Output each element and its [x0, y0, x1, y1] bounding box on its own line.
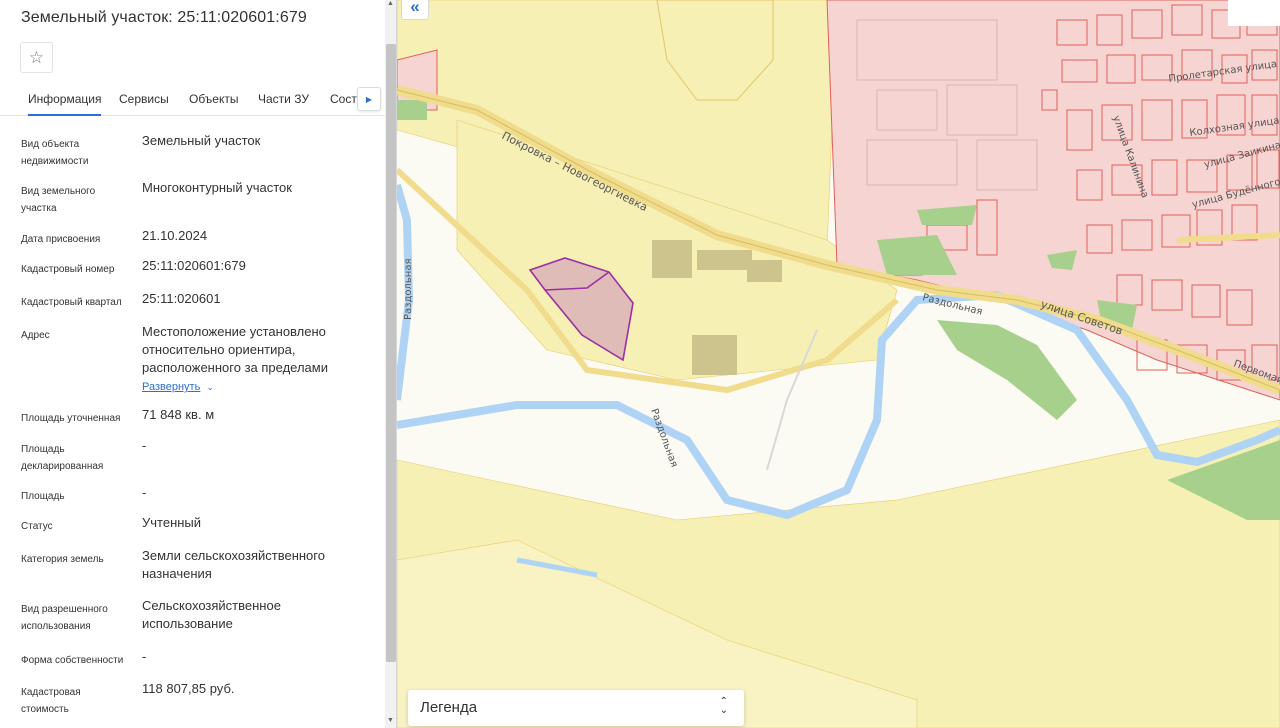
- field-label: Кадастровая стоимость: [21, 687, 81, 715]
- field-label: Вид земельного участка: [21, 186, 96, 214]
- field-label: Кадастровый квартал: [21, 297, 122, 308]
- field-label: Адрес: [21, 330, 50, 341]
- field-value: 25:11:020601: [142, 291, 221, 306]
- field-value: -: [142, 438, 147, 453]
- collapse-panel-button[interactable]: «: [401, 0, 429, 20]
- page-title: Земельный участок: 25:11:020601:679: [21, 9, 307, 26]
- panel-scrollbar[interactable]: ▲ ▼: [385, 0, 396, 728]
- field-value: -: [142, 485, 147, 500]
- double-chevron-left-icon: «: [410, 0, 420, 16]
- tab-information[interactable]: Информация: [28, 92, 102, 116]
- tab-services[interactable]: Сервисы: [119, 92, 169, 106]
- field-value: 25:11:020601:679: [142, 258, 246, 273]
- sort-arrows-icon: ⌃ ⌄: [719, 696, 728, 716]
- field-label: Площадь: [21, 491, 65, 502]
- scroll-thumb[interactable]: [386, 44, 396, 662]
- field-value: 71 848 кв. м: [142, 407, 215, 422]
- legend-dropdown[interactable]: Легенда ⌃ ⌄: [408, 690, 744, 726]
- tab-objects[interactable]: Объекты: [189, 92, 239, 106]
- field-label: Форма собственности: [21, 655, 124, 666]
- tab-parcel-parts[interactable]: Части ЗУ: [258, 92, 309, 106]
- field-value: Сельскохозяйственное использование: [142, 598, 281, 631]
- map-top-right-card: [1228, 0, 1280, 26]
- chevron-right-icon: ▶: [365, 94, 373, 104]
- field-label: Вид разрешенного использования: [21, 604, 108, 632]
- cadastral-map[interactable]: Покровка – Новогеоргиевка улица Советов …: [397, 0, 1280, 728]
- field-value: Местоположение установлено относительно …: [142, 324, 328, 375]
- field-label: Площадь уточненная: [21, 413, 121, 424]
- field-value: Учтенный: [142, 515, 202, 530]
- river-label: Раздольная: [403, 259, 414, 320]
- field-label: Площадь декларированная: [21, 444, 104, 472]
- chevron-down-icon: ⌄: [206, 382, 214, 392]
- expand-link[interactable]: Развернуть ⌄: [142, 381, 214, 393]
- field-label: Вид объекта недвижимости: [21, 139, 89, 167]
- expand-link-label: Развернуть: [142, 381, 201, 393]
- legend-label: Легенда: [420, 699, 478, 716]
- field-value: Многоконтурный участок: [142, 180, 292, 195]
- field-value: -: [142, 649, 147, 664]
- tabs-next-button[interactable]: ▶: [357, 87, 381, 111]
- field-label: Дата присвоения: [21, 234, 101, 245]
- map-canvas[interactable]: Покровка – Новогеоргиевка улица Советов …: [397, 0, 1280, 728]
- info-panel: Земельный участок: 25:11:020601:679 ☆ Ин…: [0, 0, 397, 728]
- star-icon: ☆: [28, 47, 45, 67]
- tab-composition[interactable]: Соста: [330, 92, 358, 106]
- field-label: Статус: [21, 521, 53, 532]
- field-label: Категория земель: [21, 554, 104, 565]
- tab-bar: Информация Сервисы Объекты Части ЗУ Сост…: [0, 82, 385, 116]
- field-value: 118 807,85 руб.: [142, 681, 235, 696]
- scroll-down-icon[interactable]: ▼: [387, 717, 394, 724]
- favorite-button[interactable]: ☆: [20, 42, 53, 73]
- scroll-up-icon[interactable]: ▲: [387, 0, 394, 7]
- field-value: Земельный участок: [142, 133, 261, 148]
- field-value: 21.10.2024: [142, 228, 208, 243]
- field-label: Кадастровый номер: [21, 264, 115, 275]
- field-value: Земли сельскохозяйственного назначения: [142, 548, 325, 581]
